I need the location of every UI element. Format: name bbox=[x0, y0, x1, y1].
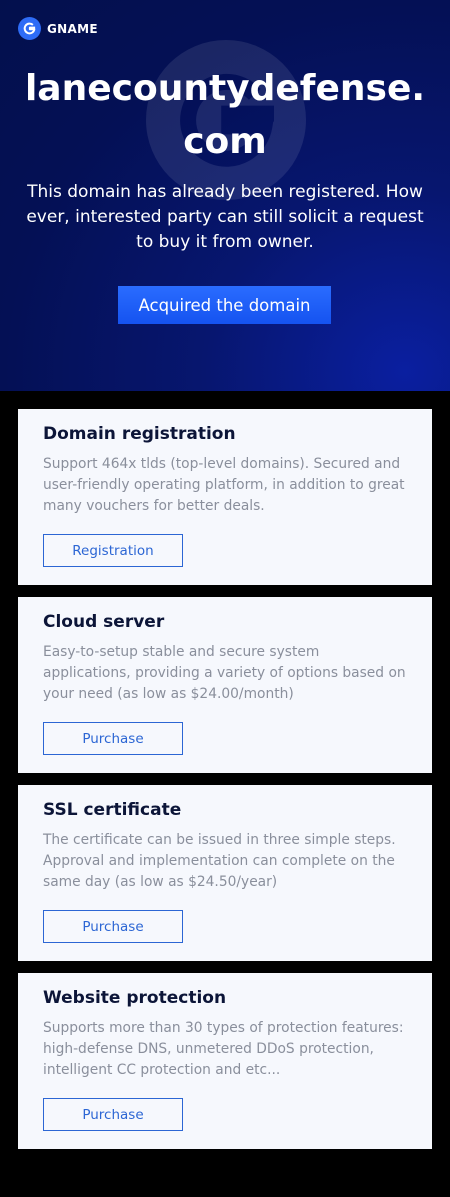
service-card-domain-registration: Domain registration Support 464x tlds (t… bbox=[18, 409, 432, 585]
card-description: Easy-to-setup stable and secure system a… bbox=[43, 644, 406, 702]
service-card-ssl-certificate: SSL certificate The certificate can be i… bbox=[18, 785, 432, 961]
purchase-protection-button[interactable]: Purchase bbox=[43, 1098, 183, 1131]
hero-banner: GNAME lanecountydefense.com This domain … bbox=[0, 0, 450, 391]
gname-logo-icon bbox=[18, 17, 41, 40]
domain-title: lanecountydefense.com bbox=[24, 68, 426, 162]
services-list: Domain registration Support 464x tlds (t… bbox=[18, 409, 432, 1161]
brand-name: GNAME bbox=[47, 21, 98, 36]
card-description: Support 464x tlds (top-level domains). S… bbox=[43, 456, 405, 514]
card-description: The certificate can be issued in three s… bbox=[43, 832, 396, 890]
hero-description: This domain has already been registered.… bbox=[26, 182, 424, 252]
card-title: Website protection bbox=[43, 988, 227, 1008]
card-title: SSL certificate bbox=[43, 800, 182, 820]
service-card-cloud-server: Cloud server Easy-to-setup stable and se… bbox=[18, 597, 432, 773]
purchase-ssl-button[interactable]: Purchase bbox=[43, 910, 183, 943]
acquire-domain-button[interactable]: Acquired the domain bbox=[118, 286, 331, 324]
service-card-website-protection: Website protection Supports more than 30… bbox=[18, 973, 432, 1149]
card-title: Domain registration bbox=[43, 424, 236, 444]
card-title: Cloud server bbox=[43, 612, 165, 632]
brand-logo[interactable]: GNAME bbox=[18, 17, 98, 40]
card-description: Supports more than 30 types of protectio… bbox=[43, 1020, 404, 1078]
registration-button[interactable]: Registration bbox=[43, 534, 183, 567]
purchase-cloud-server-button[interactable]: Purchase bbox=[43, 722, 183, 755]
